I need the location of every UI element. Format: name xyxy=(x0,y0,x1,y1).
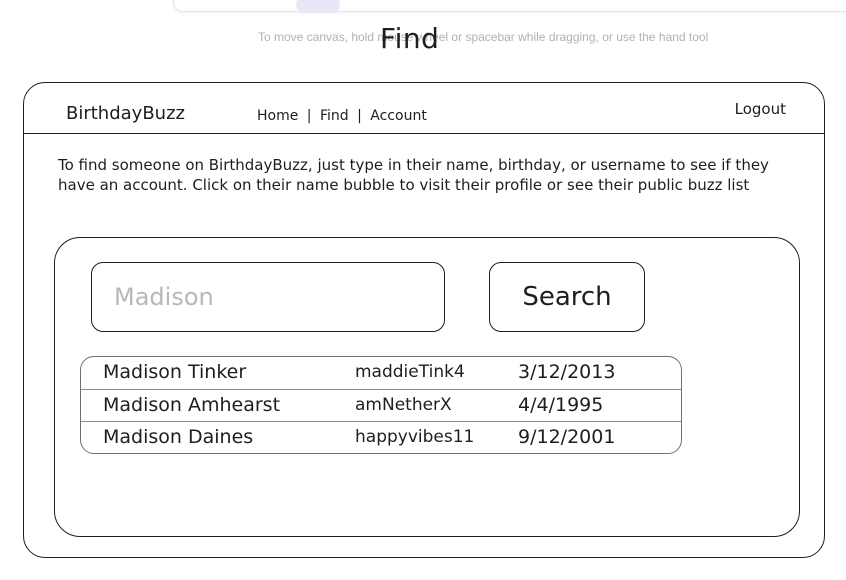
navbar: BirthdayBuzz Home | Find | Account Logou… xyxy=(24,83,824,134)
instructions-text: To find someone on BirthdayBuzz, just ty… xyxy=(58,156,769,194)
result-username: maddieTink4 xyxy=(355,362,465,382)
logout-link[interactable]: Logout xyxy=(735,100,786,118)
nav-separator: | xyxy=(357,108,362,124)
canvas-hint: To move canvas, hold mouse wheel or spac… xyxy=(258,30,709,44)
result-row[interactable]: Madison Tinker maddieTink4 3/12/2013 xyxy=(81,357,681,389)
nav-links: Home | Find | Account xyxy=(257,108,427,124)
page-title: Find xyxy=(380,22,440,55)
result-birthday: 4/4/1995 xyxy=(518,394,604,416)
result-birthday: 3/12/2013 xyxy=(518,361,616,383)
result-row[interactable]: Madison Amhearst amNetherX 4/4/1995 xyxy=(81,389,681,421)
result-name: Madison Amhearst xyxy=(103,394,281,416)
result-row[interactable]: Madison Daines happyvibes11 9/12/2001 xyxy=(81,421,681,453)
nav-find[interactable]: Find xyxy=(320,108,349,124)
results-list: Madison Tinker maddieTink4 3/12/2013 Mad… xyxy=(80,356,682,454)
result-username: happyvibes11 xyxy=(355,427,475,447)
result-name: Madison Daines xyxy=(103,426,254,448)
brand-logo[interactable]: BirthdayBuzz xyxy=(66,103,185,124)
toolbar-active-tool[interactable] xyxy=(296,0,340,13)
result-name: Madison Tinker xyxy=(103,361,247,383)
toolbar xyxy=(173,0,846,13)
nav-home[interactable]: Home xyxy=(257,108,298,124)
search-button[interactable]: Search xyxy=(489,262,645,332)
nav-account[interactable]: Account xyxy=(370,108,427,124)
nav-separator: | xyxy=(306,108,312,124)
result-birthday: 9/12/2001 xyxy=(518,426,616,448)
app-frame: BirthdayBuzz Home | Find | Account Logou… xyxy=(23,82,825,558)
search-panel: Search Madison Tinker maddieTink4 3/12/2… xyxy=(54,237,800,537)
result-username: amNetherX xyxy=(355,395,452,415)
search-input[interactable] xyxy=(91,262,445,332)
